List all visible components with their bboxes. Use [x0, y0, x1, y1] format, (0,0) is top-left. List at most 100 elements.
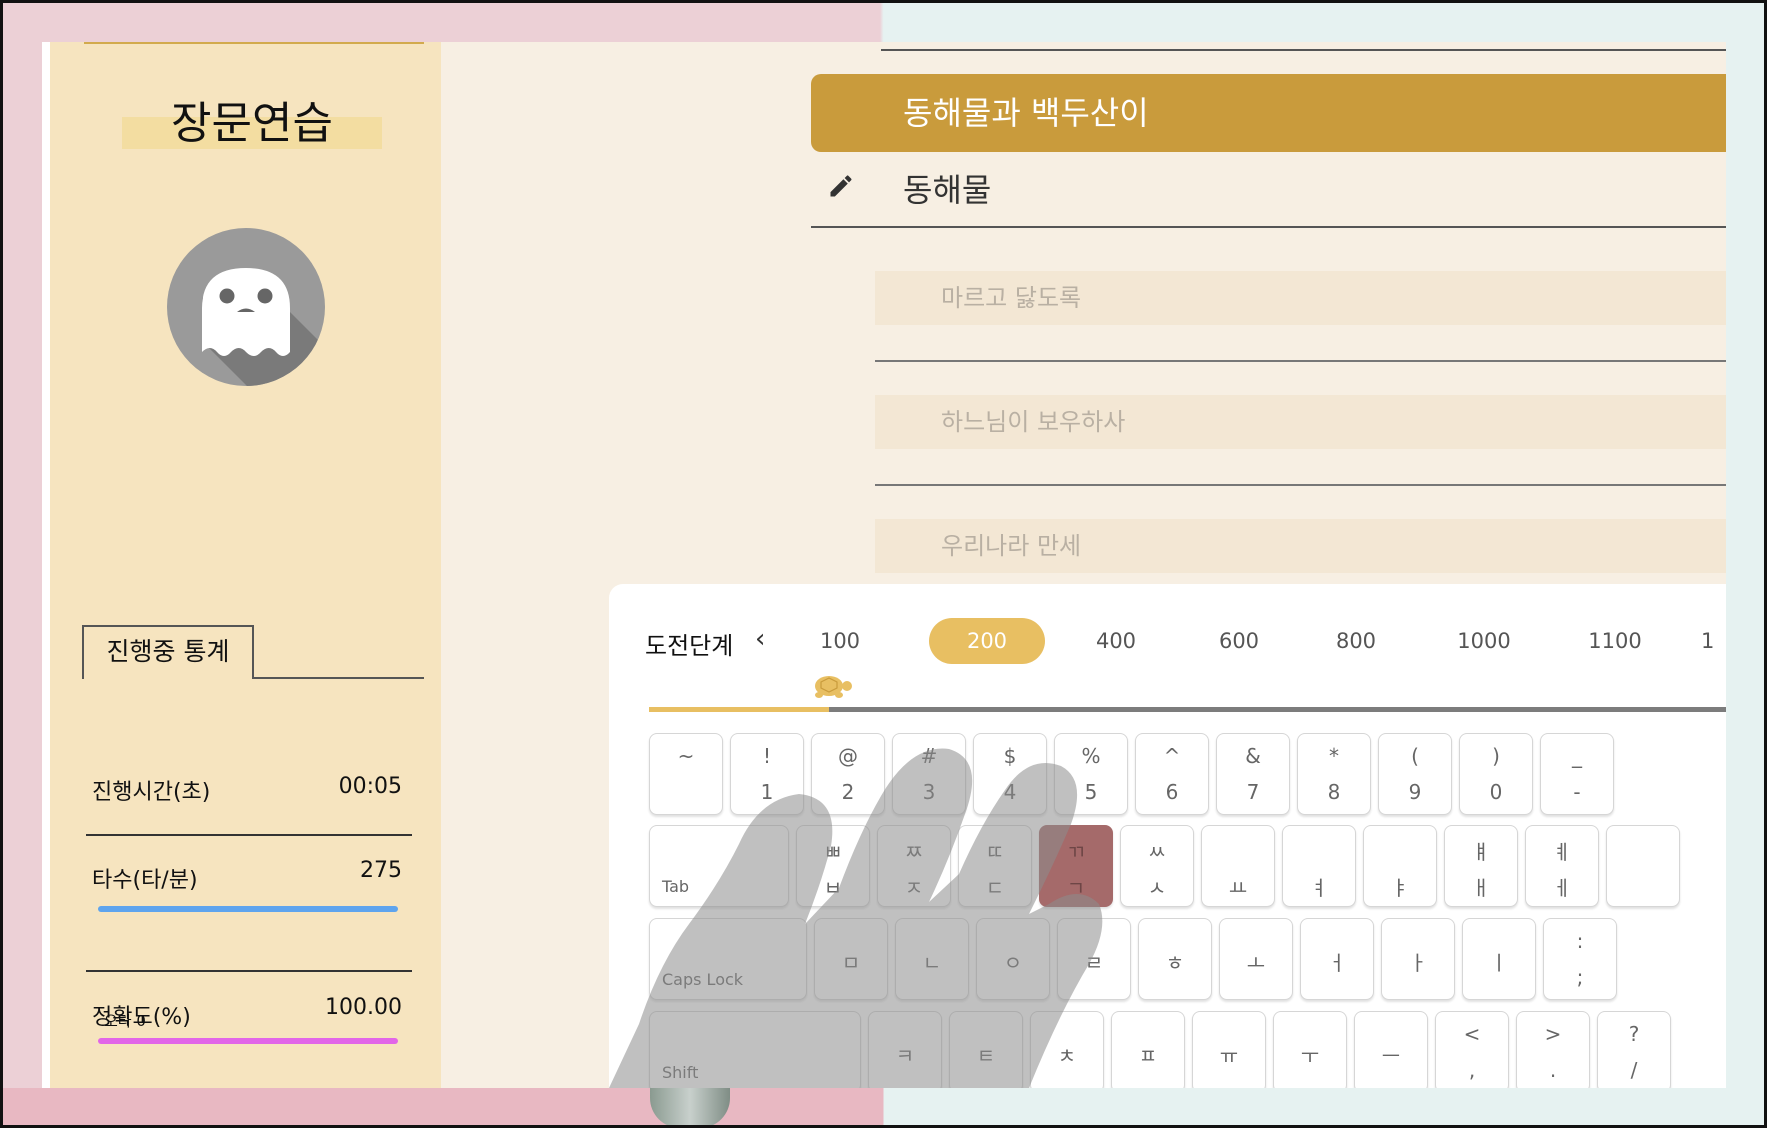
key-row1-8[interactable]: * 8: [1297, 733, 1371, 815]
key-char: ㅁ: [841, 951, 861, 975]
key-char: ㅋ: [895, 1044, 915, 1068]
key-char: ㅍ: [1138, 1044, 1158, 1068]
key-row4-4[interactable]: ㅠ: [1192, 1011, 1266, 1088]
level-400[interactable]: 400: [1081, 618, 1151, 664]
key-row2-1[interactable]: ㅉㅈ: [877, 825, 951, 907]
key-row1-9[interactable]: (9: [1378, 733, 1452, 815]
key-char: ㅗ: [1246, 951, 1266, 975]
key-row4-sym-2[interactable]: ? /: [1597, 1011, 1671, 1088]
key-row2-3[interactable]: ㄲㄱ: [1039, 825, 1113, 907]
stat-time-value: 00:05: [338, 774, 402, 799]
level-800[interactable]: 800: [1321, 618, 1391, 664]
key-char: ㅌ: [976, 1044, 996, 1068]
key-shift-char: ㄲ: [1066, 840, 1086, 864]
key-row3-0[interactable]: ㅁ: [814, 918, 888, 1000]
key-base-char: 9: [1408, 780, 1422, 804]
key-base-char: 8: [1327, 780, 1341, 804]
key-row3-6[interactable]: ㅓ: [1300, 918, 1374, 1000]
page-title: 장문연습: [171, 98, 333, 149]
top-divider: [881, 49, 1726, 51]
key-row2-5[interactable]: ㅛ: [1201, 825, 1275, 907]
sidebar: 장문연습 진행중 통계 진행시간(초) 00:05 타수(타/분) 275 정확…: [42, 42, 441, 1088]
key-row1-2[interactable]: @2: [811, 733, 885, 815]
key-shift-char: <: [1463, 1022, 1481, 1046]
key-base-char: .: [1549, 1058, 1557, 1082]
key-row4-5[interactable]: ㅜ: [1273, 1011, 1347, 1088]
key-row3-7[interactable]: ㅏ: [1381, 918, 1455, 1000]
level-1000[interactable]: 1000: [1444, 618, 1524, 664]
avatar[interactable]: [167, 228, 325, 386]
key-row1-11[interactable]: _ -: [1540, 733, 1614, 815]
stat-divider: [86, 970, 412, 972]
key-row3-2[interactable]: ㅇ: [976, 918, 1050, 1000]
key-row1-0[interactable]: ~: [649, 733, 723, 815]
key-base-char: 7: [1246, 780, 1260, 804]
next-underline: [875, 360, 1726, 362]
key-row3-5[interactable]: ㅗ: [1219, 918, 1293, 1000]
key-row4-3[interactable]: ㅍ: [1111, 1011, 1185, 1088]
next-sentence-3: 우리나라 만세: [875, 519, 1726, 573]
stats-tab-underline: [252, 677, 424, 679]
level-next[interactable]: 1: [1701, 618, 1726, 664]
key-row2-2[interactable]: ㄸㄷ: [958, 825, 1032, 907]
key-shift-char: %: [1081, 744, 1101, 768]
key-row2-edge[interactable]: [1606, 825, 1680, 907]
key-base-char: ㅔ: [1552, 876, 1572, 900]
key-base-char: ㅈ: [904, 876, 924, 900]
key-row4-6[interactable]: ㅡ: [1354, 1011, 1428, 1088]
typo-count: 오타 0: [104, 1012, 146, 1030]
next-underline: [875, 484, 1726, 486]
key-row1-3[interactable]: #3: [892, 733, 966, 815]
key-char: ㅊ: [1057, 1044, 1077, 1068]
key-row1-7[interactable]: & 7: [1216, 733, 1290, 815]
level-label: 도전단계: [645, 632, 734, 660]
key-colon[interactable]: :;: [1543, 918, 1617, 1000]
key-row3-1[interactable]: ㄴ: [895, 918, 969, 1000]
key-shift-char: ㅃ: [823, 840, 843, 864]
level-progress-fill: [649, 707, 829, 712]
key-shift[interactable]: Shift: [649, 1011, 861, 1088]
stat-time-label: 진행시간(초): [92, 780, 211, 805]
key-row2-9[interactable]: ㅖㅔ: [1525, 825, 1599, 907]
key-row3-4[interactable]: ㅎ: [1138, 918, 1212, 1000]
key-row2-7[interactable]: ㅑ: [1363, 825, 1437, 907]
key-row4-sym-0[interactable]: <,: [1435, 1011, 1509, 1088]
key-row4-1[interactable]: ㅌ: [949, 1011, 1023, 1088]
background-desk: [0, 1088, 1767, 1128]
key-row1-4[interactable]: $4: [973, 733, 1047, 815]
key-row1-1[interactable]: ! 1: [730, 733, 804, 815]
key-row4-sym-1[interactable]: >.: [1516, 1011, 1590, 1088]
stats-tab[interactable]: 진행중 통계: [82, 625, 254, 679]
key-row3-8[interactable]: ㅣ: [1462, 918, 1536, 1000]
key-row2-8[interactable]: ㅒㅐ: [1444, 825, 1518, 907]
level-1100[interactable]: 1100: [1575, 618, 1655, 664]
key-caps-lock[interactable]: Caps Lock: [649, 918, 807, 1000]
key-char: ㅜ: [1300, 1044, 1320, 1068]
key-shift-char: $: [1003, 744, 1017, 768]
key-row1-6[interactable]: ^ 6: [1135, 733, 1209, 815]
key-row4-2[interactable]: ㅊ: [1030, 1011, 1104, 1088]
level-600[interactable]: 600: [1204, 618, 1274, 664]
chevron-left-icon[interactable]: ‹: [755, 624, 765, 654]
key-row2-0[interactable]: ㅃㅂ: [796, 825, 870, 907]
key-row2-4[interactable]: ㅆㅅ: [1120, 825, 1194, 907]
next-sentence-1: 마르고 닳도록: [875, 271, 1726, 325]
level-100[interactable]: 100: [805, 618, 875, 664]
key-char: ㅇ: [1003, 951, 1023, 975]
key-base-char: /: [1630, 1058, 1638, 1082]
key-base-char: 6: [1165, 780, 1179, 804]
key-row1-5[interactable]: % 5: [1054, 733, 1128, 815]
key-shift-char: ~: [677, 744, 695, 768]
typing-input[interactable]: 동해물: [903, 168, 991, 212]
key-row1-10[interactable]: ) 0: [1459, 733, 1533, 815]
key-shift-char: *: [1329, 744, 1339, 768]
key-shift-char: >: [1544, 1022, 1562, 1046]
key-row3-3[interactable]: ㄹ: [1057, 918, 1131, 1000]
key-tab[interactable]: Tab: [649, 825, 789, 907]
key-base-char: ㅑ: [1390, 876, 1410, 900]
stat-accuracy-value: 100.00: [325, 995, 402, 1020]
key-row2-6[interactable]: ㅕ: [1282, 825, 1356, 907]
level-200[interactable]: 200: [929, 618, 1045, 664]
key-shift-char: &: [1245, 744, 1261, 768]
key-row4-0[interactable]: ㅋ: [868, 1011, 942, 1088]
